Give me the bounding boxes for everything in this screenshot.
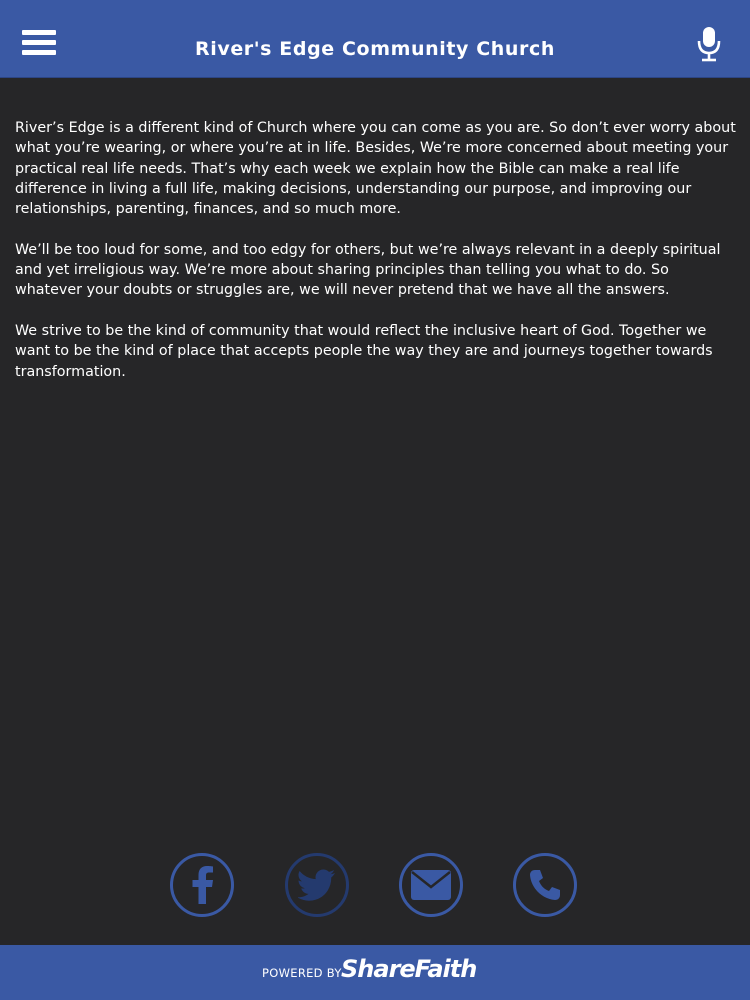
microphone-icon <box>697 27 721 62</box>
about-paragraph: We strive to be the kind of community th… <box>15 322 713 380</box>
phone-button[interactable] <box>513 853 577 917</box>
twitter-button[interactable] <box>285 853 349 917</box>
app-header: River's Edge Community Church <box>0 0 750 78</box>
app-footer: POWERED BY ShareFaith <box>0 945 750 1000</box>
page-title: River's Edge Community Church <box>194 38 555 60</box>
hamburger-menu-icon <box>22 30 56 35</box>
about-paragraph: We’ll be too loud for some, and too edgy… <box>15 241 721 299</box>
about-content: River’s Edge is a different kind of Chur… <box>15 118 737 402</box>
facebook-button[interactable] <box>170 853 234 917</box>
twitter-icon <box>298 869 335 901</box>
microphone-button[interactable] <box>696 26 722 62</box>
email-button[interactable] <box>399 853 463 917</box>
social-links <box>0 853 750 923</box>
phone-icon <box>530 870 560 900</box>
facebook-icon <box>192 866 213 904</box>
about-paragraph: River’s Edge is a different kind of Chur… <box>15 120 736 218</box>
email-icon <box>411 870 451 900</box>
powered-by-label: POWERED BY <box>262 966 342 980</box>
sharefaith-logo[interactable]: ShareFaith <box>341 955 477 983</box>
